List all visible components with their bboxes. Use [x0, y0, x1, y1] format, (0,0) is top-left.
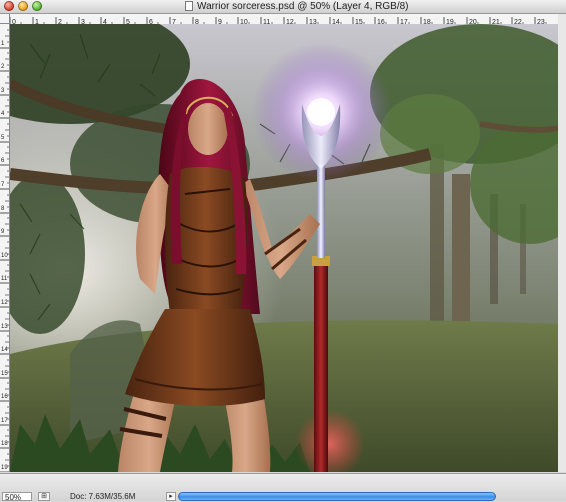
window-title: Warrior sorceress.psd @ 50% (Layer 4, RG…: [197, 1, 409, 12]
warrior-sorceress-artwork: [10, 24, 558, 472]
ruler-label: 11: [1, 276, 8, 282]
ruler-label: 17: [1, 418, 8, 424]
status-bar: 50% ⊞ Doc: 7.63M/35.6M ▸: [0, 473, 566, 502]
ruler-label: 1: [1, 41, 5, 47]
ruler-label: 14: [1, 347, 8, 353]
ruler-label: 19: [1, 465, 8, 471]
ruler-label: 10: [1, 253, 8, 259]
ruler-label: 7: [1, 182, 5, 188]
ruler-label: 2: [1, 64, 5, 70]
ruler-label: 8: [1, 206, 5, 212]
ruler-label: 6: [1, 158, 5, 164]
ruler-label: 12: [1, 300, 8, 306]
ruler-origin[interactable]: [0, 14, 10, 24]
close-window-button[interactable]: [4, 1, 14, 11]
ruler-label: 15: [1, 371, 8, 377]
ruler-label: 5: [1, 135, 5, 141]
vertical-ruler[interactable]: 1 2 3 4 5 6 7 8 9 10 11 12 13 14 15 16 17 18 19: [0, 24, 10, 472]
document-icon: [185, 1, 193, 11]
ruler-label: 9: [1, 229, 5, 235]
window-titlebar: Warrior sorceress.psd @ 50% (Layer 4, RG…: [0, 0, 566, 14]
ruler-label: 18: [1, 441, 8, 447]
ruler-label: 16: [1, 394, 8, 400]
window-right-edge: [558, 14, 566, 472]
ruler-label: 3: [1, 88, 5, 94]
ruler-label: 13: [1, 324, 8, 330]
vertical-ruler-ticks: 12345678910111213141516171819: [0, 29, 9, 472]
image-canvas[interactable]: [10, 24, 558, 472]
ruler-label: 4: [1, 111, 5, 117]
minimize-window-button[interactable]: [18, 1, 28, 11]
zoom-window-button[interactable]: [32, 1, 42, 11]
